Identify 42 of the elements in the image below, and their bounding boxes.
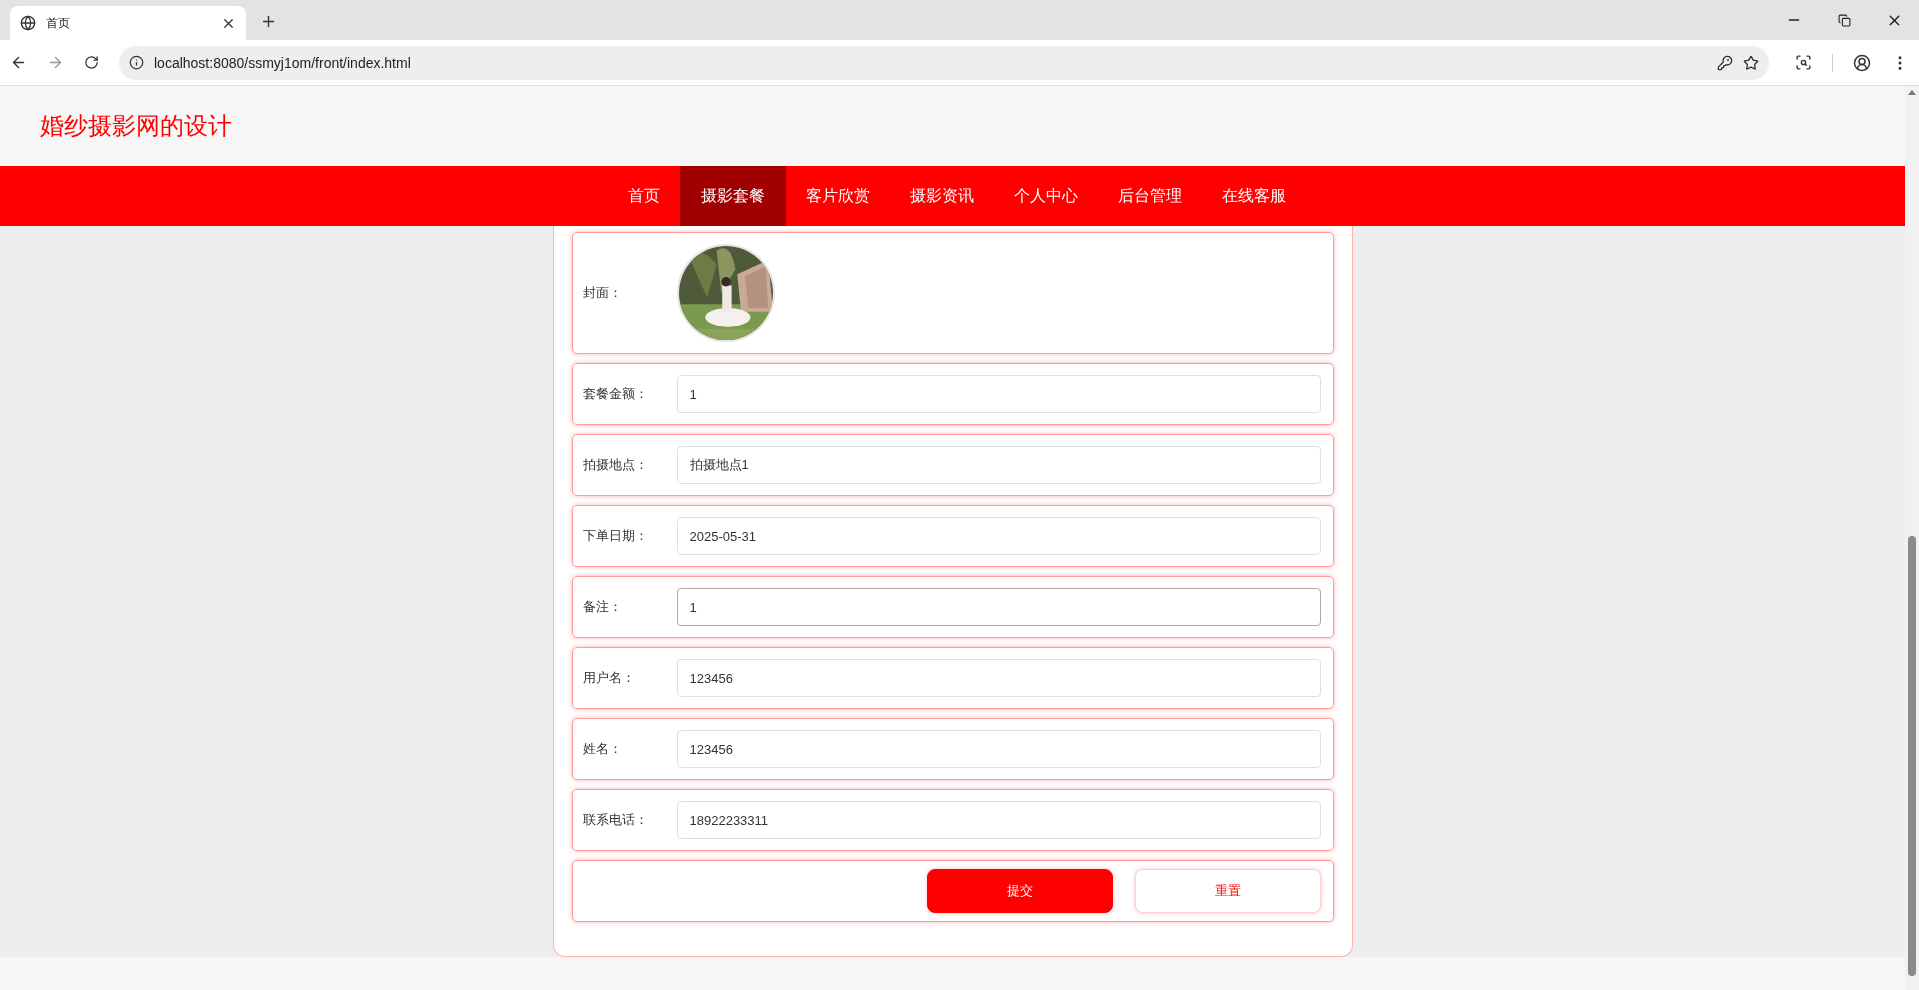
field-label: 用户名： — [582, 669, 636, 687]
submit-button[interactable]: 提交 — [926, 869, 1113, 913]
back-icon[interactable] — [10, 54, 27, 71]
forward-icon[interactable] — [47, 54, 64, 71]
profile-icon[interactable] — [1853, 53, 1871, 72]
scrollbar[interactable] — [1905, 86, 1919, 990]
field-label: 套餐金额： — [582, 385, 649, 403]
field-label: 封面： — [582, 284, 623, 302]
input-field[interactable]: 123456 — [676, 659, 1321, 697]
input-field[interactable]: 18922233311 — [676, 801, 1321, 839]
field-label: 姓名： — [582, 740, 623, 758]
nav-link[interactable]: 首页 — [617, 166, 670, 226]
info-icon[interactable] — [129, 55, 144, 70]
new-tab-icon[interactable] — [260, 13, 277, 30]
field-label: 联系电话： — [582, 811, 649, 829]
input-field[interactable]: 2025-05-31 — [676, 517, 1321, 555]
key-icon[interactable] — [1717, 54, 1733, 71]
nav-link[interactable]: 客片欣赏 — [795, 166, 880, 226]
browser-tab[interactable]: 首页 — [10, 6, 246, 40]
input-field[interactable]: 123456 — [676, 730, 1321, 768]
star-icon[interactable] — [1743, 54, 1759, 71]
nav-link[interactable]: 在线客服 — [1211, 166, 1296, 226]
nav-link[interactable]: 后台管理 — [1107, 166, 1192, 226]
input-field[interactable]: 1 — [676, 375, 1321, 413]
site-title: 婚纱摄影网的设计 — [40, 111, 232, 141]
nav-link[interactable]: 摄影资讯 — [899, 166, 984, 226]
reload-icon[interactable] — [84, 55, 99, 70]
scrollbar-thumb[interactable] — [1908, 536, 1916, 976]
field-label: 拍摄地点： — [582, 456, 649, 474]
input-field[interactable]: 拍摄地点1 — [676, 446, 1321, 484]
input-field[interactable]: 1 — [676, 588, 1321, 626]
tab-search-icon[interactable] — [1795, 54, 1812, 71]
nav-link[interactable]: 摄影套餐 — [679, 166, 786, 226]
reset-button[interactable]: 重置 — [1134, 869, 1321, 913]
scroll-up-icon[interactable] — [1908, 90, 1916, 95]
tab-title: 首页 — [46, 14, 71, 32]
globe-icon — [20, 15, 36, 31]
url-text: localhost:8080/ssmyj1om/front/index.html — [154, 54, 412, 71]
address-bar[interactable]: localhost:8080/ssmyj1om/front/index.html — [119, 45, 1769, 80]
field-label: 下单日期： — [582, 527, 649, 545]
field-label: 备注： — [582, 598, 623, 616]
nav-link[interactable]: 个人中心 — [1003, 166, 1088, 226]
